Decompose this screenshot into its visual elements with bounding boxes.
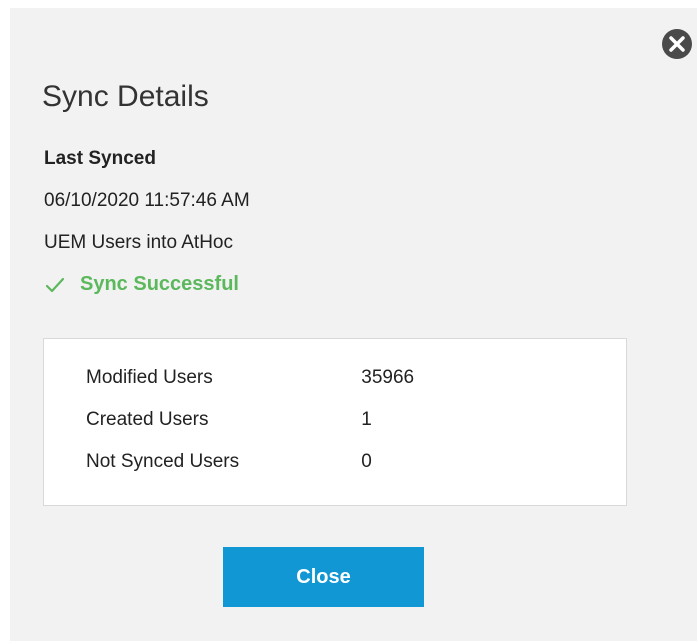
checkmark-icon — [44, 275, 66, 295]
sync-status-text: Sync Successful — [80, 273, 239, 295]
stat-row-not-synced-users: Not Synced Users 0 — [86, 451, 372, 473]
sync-status: Sync Successful — [44, 273, 239, 296]
stat-label: Created Users — [86, 409, 209, 430]
stat-value: 35966 — [361, 367, 415, 388]
sync-stats-panel: Modified Users 35966 Created Users 1 Not… — [43, 338, 627, 506]
sync-description: UEM Users into AtHoc — [44, 232, 233, 253]
dialog-title: Sync Details — [42, 80, 209, 113]
stat-label: Not Synced Users — [86, 451, 240, 472]
stat-row-modified-users: Modified Users 35966 — [86, 367, 414, 389]
last-synced-timestamp: 06/10/2020 11:57:46 AM — [44, 190, 250, 211]
stat-value: 0 — [361, 451, 372, 472]
stat-value: 1 — [361, 409, 372, 430]
stat-row-created-users: Created Users 1 — [86, 409, 372, 431]
sync-details-dialog: Sync Details Last Synced 06/10/2020 11:5… — [10, 8, 697, 641]
stat-label: Modified Users — [86, 367, 213, 388]
close-icon[interactable] — [662, 29, 692, 59]
last-synced-label: Last Synced — [44, 148, 156, 169]
close-button[interactable]: Close — [223, 547, 424, 607]
